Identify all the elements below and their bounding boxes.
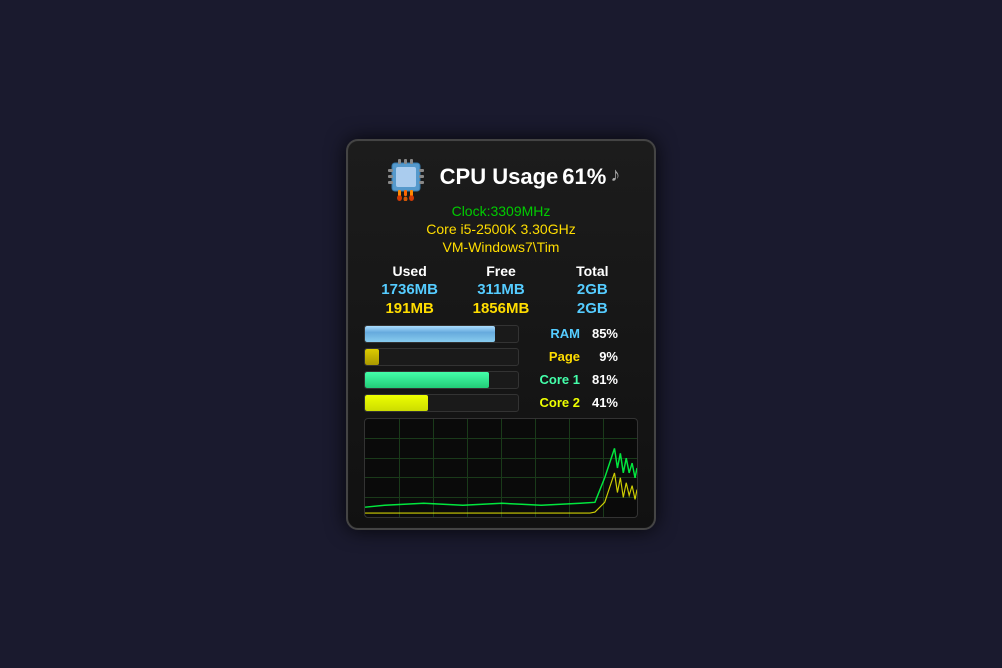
mem1-used: 1736MB xyxy=(364,281,454,298)
bar-core2: Core 2 41% xyxy=(364,394,638,412)
cpu-icon xyxy=(382,153,430,201)
cpu-percent-value: 61% xyxy=(562,164,606,190)
music-icon: ♪ xyxy=(610,164,620,187)
vm-name: VM-Windows7\Tim xyxy=(364,239,638,255)
core2-label: Core 2 xyxy=(525,395,580,410)
ram-percent: 85% xyxy=(586,326,618,341)
mem1-total: 2GB xyxy=(547,281,637,298)
col-used: Used xyxy=(364,263,454,279)
mem2-used: 191MB xyxy=(364,300,454,317)
mem2-total: 2GB xyxy=(547,300,637,317)
cpu-usage-label: CPU Usage xyxy=(440,164,559,190)
clock-label: Clock: xyxy=(452,203,491,219)
bars-section: RAM 85% Page 9% Core 1 81% Core 2 41% xyxy=(364,325,638,412)
core1-bar-fill xyxy=(365,372,489,388)
core1-label: Core 1 xyxy=(525,372,580,387)
col-free: Free xyxy=(456,263,546,279)
mem-row-2: 191MB 1856MB 2GB xyxy=(364,300,638,317)
mem2-free: 1856MB xyxy=(456,300,546,317)
core2-bar-container xyxy=(364,394,519,412)
page-percent: 9% xyxy=(586,349,618,364)
core2-bar-fill xyxy=(365,395,428,411)
core2-percent: 41% xyxy=(586,395,618,410)
page-bar-fill xyxy=(365,349,379,365)
core-info: Core i5-2500K 3.30GHz xyxy=(364,221,638,237)
header-section: CPU Usage 61% ♪ xyxy=(364,153,638,201)
graph-svg xyxy=(365,419,637,517)
page-label: Page xyxy=(525,349,580,364)
mem-table-header: Used Free Total xyxy=(364,263,638,279)
memory-table: Used Free Total 1736MB 311MB 2GB 191MB 1… xyxy=(364,263,638,317)
mem1-free: 311MB xyxy=(456,281,546,298)
page-bar-container xyxy=(364,348,519,366)
mem-row-1: 1736MB 311MB 2GB xyxy=(364,281,638,298)
graph-area xyxy=(364,418,638,518)
bar-page: Page 9% xyxy=(364,348,638,366)
core1-percent: 81% xyxy=(586,372,618,387)
clock-value: 3309MHz xyxy=(490,203,550,219)
ram-label: RAM xyxy=(525,326,580,341)
cpu-widget: CPU Usage 61% ♪ Clock:3309MHz Core i5-25… xyxy=(346,139,656,530)
clock-line: Clock:3309MHz xyxy=(364,203,638,219)
ram-bar-container xyxy=(364,325,519,343)
core1-bar-container xyxy=(364,371,519,389)
col-total: Total xyxy=(547,263,637,279)
bar-ram: RAM 85% xyxy=(364,325,638,343)
bar-core1: Core 1 81% xyxy=(364,371,638,389)
ram-bar-fill xyxy=(365,326,495,342)
title-area: CPU Usage 61% ♪ xyxy=(440,164,621,190)
